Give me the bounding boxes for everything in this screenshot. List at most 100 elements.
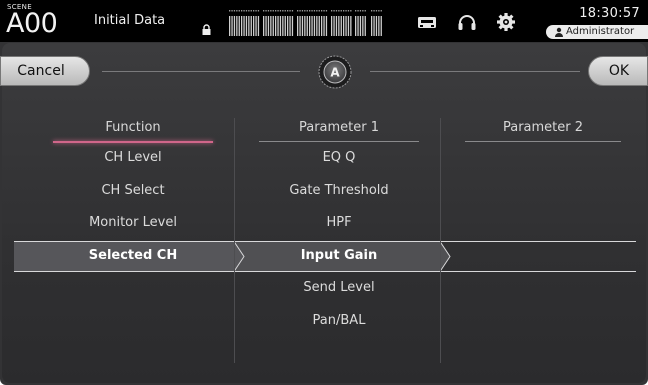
meter-bar — [248, 16, 250, 36]
meter-bar — [282, 16, 284, 36]
meter-peak — [265, 10, 267, 12]
meter-bar — [313, 16, 316, 36]
meter-bar — [378, 16, 380, 36]
meter-peak — [267, 10, 270, 12]
meter-bar — [279, 16, 282, 36]
meter-peak — [255, 10, 257, 12]
meter-bar — [325, 16, 328, 36]
param1-item[interactable]: EQ Q — [259, 145, 419, 171]
meter-peak — [238, 10, 240, 12]
gear-icon[interactable] — [495, 12, 517, 32]
meter-peak — [233, 10, 236, 12]
meter-bar — [277, 16, 279, 36]
meter-bar — [359, 16, 362, 36]
assign-popup: Cancel A OK Function CH Level CH Select Mo… — [0, 43, 648, 383]
meter-bar — [231, 16, 233, 36]
headphones-icon[interactable] — [456, 12, 478, 32]
meter-peak — [343, 10, 345, 12]
meter-bar — [304, 16, 306, 36]
meter-bar — [275, 16, 277, 36]
meter-peak — [345, 10, 347, 12]
title-divider-right — [370, 71, 580, 72]
meter-peak — [333, 10, 335, 12]
meter-peak — [321, 10, 323, 12]
meter-peak — [364, 10, 366, 12]
meter-peak — [331, 10, 333, 12]
function-item[interactable]: CH Select — [53, 178, 213, 204]
meter-bar — [301, 16, 304, 36]
meter-peak — [371, 10, 373, 12]
meter-peak — [350, 10, 352, 12]
meter-bar — [364, 16, 366, 36]
meter-peak — [347, 10, 350, 12]
user-badge[interactable]: Administrator — [546, 25, 648, 39]
meter-peak — [236, 10, 238, 12]
meter-peak — [306, 10, 308, 12]
meter-bar — [350, 16, 352, 36]
function-item[interactable]: Monitor Level — [53, 210, 213, 236]
ok-button[interactable]: OK — [588, 56, 648, 86]
user-icon — [555, 27, 563, 37]
meter-bar — [316, 16, 318, 36]
meter-bar — [287, 16, 289, 36]
meter-bar — [284, 16, 286, 36]
meter-peak — [380, 10, 382, 12]
meter-peak — [362, 10, 364, 12]
param1-item[interactable]: HPF — [259, 210, 419, 236]
status-bar: SCENE A00 Initial Data 18:30:57 Administ… — [0, 0, 648, 42]
meter-peak — [231, 10, 233, 12]
meter-bar — [265, 16, 267, 36]
param1-item[interactable]: Pan/BAL — [259, 308, 419, 334]
meter-peak — [245, 10, 248, 12]
meter-bar — [257, 16, 260, 36]
meter-peak — [275, 10, 277, 12]
meter-bar — [380, 16, 382, 36]
memory-card-icon[interactable] — [416, 12, 438, 32]
lock-icon[interactable] — [201, 24, 212, 35]
meter-bar — [263, 16, 265, 36]
meter-peak — [282, 10, 284, 12]
meter-peak — [325, 10, 328, 12]
param1-item[interactable]: Send Level — [259, 275, 419, 301]
meter-bar — [297, 16, 299, 36]
meter-bar — [345, 16, 347, 36]
popup-titlebar: Cancel A OK — [0, 43, 648, 103]
meter-peak — [297, 10, 299, 12]
meter-peak — [291, 10, 294, 12]
meter-bar — [309, 16, 311, 36]
meter-peak — [289, 10, 291, 12]
param1-item[interactable]: Gate Threshold — [259, 178, 419, 204]
title-divider-left — [102, 71, 300, 72]
meter-bar — [373, 16, 375, 36]
meter-bar — [267, 16, 270, 36]
meter-bar — [229, 16, 231, 36]
function-header: Function — [105, 120, 161, 135]
meter-bar — [289, 16, 291, 36]
column-divider — [440, 118, 441, 363]
meter-peak — [304, 10, 306, 12]
meter-bar — [241, 16, 243, 36]
meter-peak — [313, 10, 316, 12]
meter-peak — [270, 10, 272, 12]
cancel-button[interactable]: Cancel — [0, 56, 90, 86]
meter-bar — [333, 16, 335, 36]
meter-peak — [299, 10, 301, 12]
meter-bar — [371, 16, 373, 36]
parameter1-header: Parameter 1 — [298, 120, 380, 135]
function-item[interactable]: Selected CH — [53, 243, 213, 269]
meter-peak — [229, 10, 231, 12]
meter-bar — [321, 16, 323, 36]
scene-name[interactable]: Initial Data — [94, 13, 165, 28]
meter-bar — [272, 16, 274, 36]
a-badge-icon: A — [318, 55, 352, 89]
param1-item[interactable]: Input Gain — [259, 243, 419, 269]
meter-bar — [270, 16, 272, 36]
meter-bar — [243, 16, 245, 36]
meter-peak — [284, 10, 286, 12]
scene-number[interactable]: A00 — [6, 8, 58, 40]
meter-peak — [253, 10, 255, 12]
meter-peak — [243, 10, 245, 12]
function-item[interactable]: CH Level — [53, 145, 213, 171]
meter-peak — [257, 10, 260, 12]
meter-peak — [248, 10, 250, 12]
